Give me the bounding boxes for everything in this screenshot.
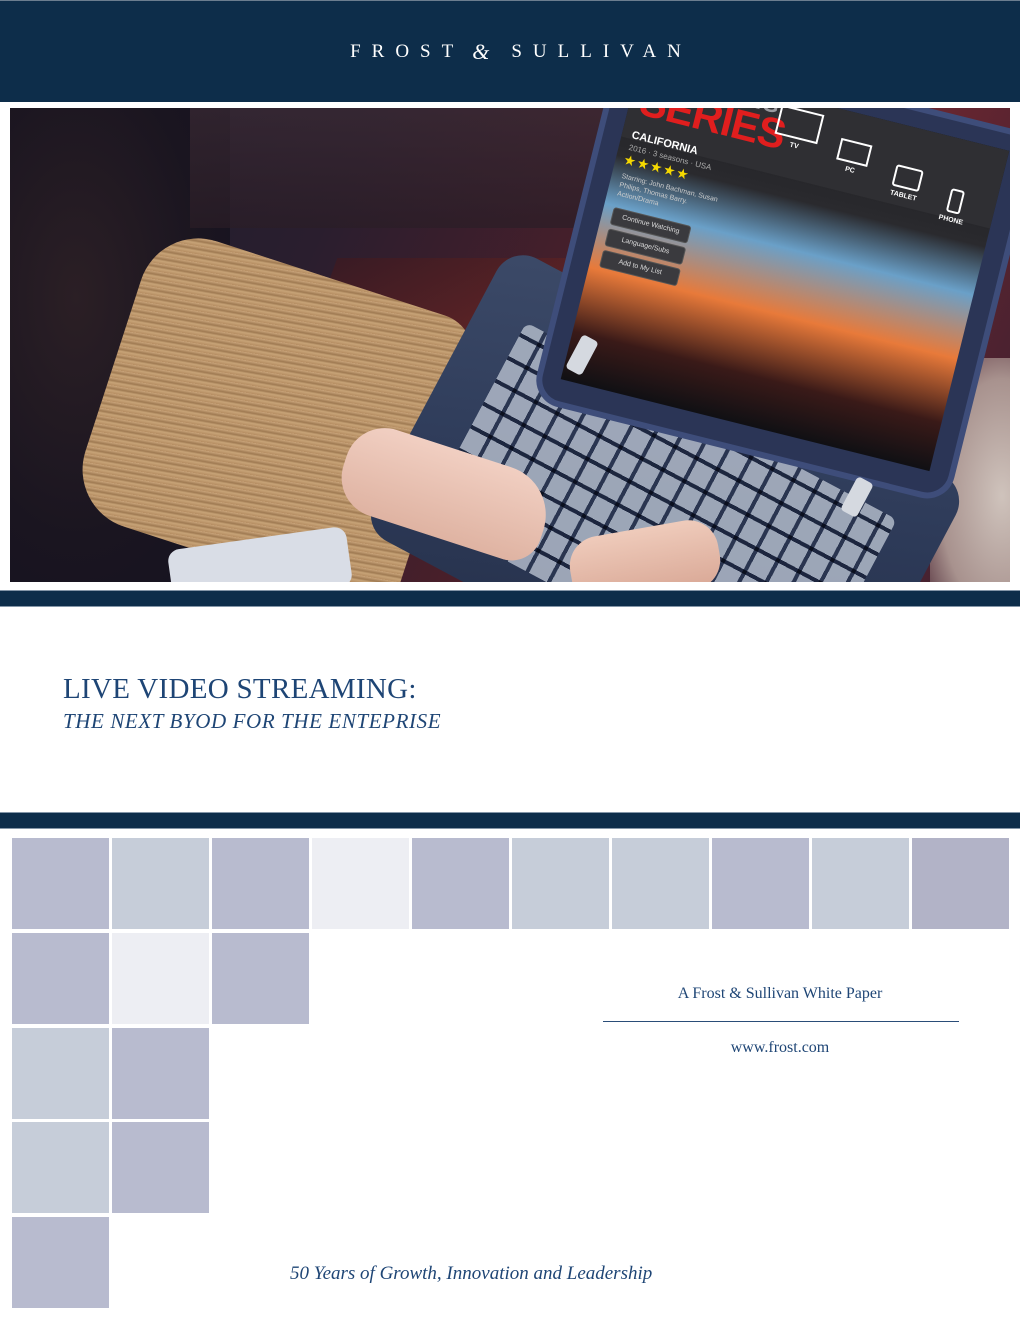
title-block: LIVE VIDEO STREAMING: THE NEXT BYOD FOR … <box>63 672 441 734</box>
tile-r1-c0 <box>12 932 109 1024</box>
tile-r2-c1 <box>112 1027 209 1119</box>
brand-logo: FROST & SULLIVAN <box>328 39 692 65</box>
tile-r3-c0 <box>12 1122 109 1214</box>
brand-word-sullivan: SULLIVAN <box>511 40 692 62</box>
brand-ampersand: & <box>472 38 490 64</box>
tv-icon <box>774 108 825 145</box>
tile-r1-c1 <box>112 932 209 1024</box>
divider-bar-bottom <box>0 812 1020 829</box>
tile-r0-c3 <box>312 838 409 929</box>
device-phone-label: PHONE <box>937 213 964 227</box>
phone-icon <box>945 188 966 215</box>
tagline: 50 Years of Growth, Innovation and Leade… <box>290 1263 653 1284</box>
tile-r0-c1 <box>112 838 209 929</box>
tile-r0-c7 <box>712 838 809 929</box>
tile-r0-c6 <box>612 838 709 929</box>
tile-r3-c1 <box>112 1122 209 1214</box>
tile-r0-c0 <box>12 838 109 929</box>
tile-r0-c8 <box>812 838 909 929</box>
website-link[interactable]: www.frost.com <box>600 1039 960 1057</box>
header-band: FROST & SULLIVAN <box>0 0 1020 102</box>
tile-r2-c0 <box>12 1027 109 1119</box>
document-title: LIVE VIDEO STREAMING: <box>63 673 417 705</box>
tile-r0-c4 <box>412 838 509 929</box>
hero-photo: STREAMING SERIES CALIFORNIA 2016 · 3 sea… <box>10 108 1010 582</box>
white-paper-rule <box>603 1021 959 1022</box>
tile-r0-c5 <box>512 838 609 929</box>
tile-r0-c2 <box>212 838 309 929</box>
tile-r1-c2 <box>212 932 309 1024</box>
white-paper-label: A Frost & Sullivan White Paper <box>677 985 883 1002</box>
tile-r0-c9 <box>912 838 1009 929</box>
document-subtitle: THE NEXT BYOD FOR THE ENTEPRISE <box>63 709 442 733</box>
tile-r4-c0 <box>12 1217 109 1309</box>
brand-word-frost: FROST <box>350 40 465 62</box>
divider-bar-top <box>0 590 1020 607</box>
